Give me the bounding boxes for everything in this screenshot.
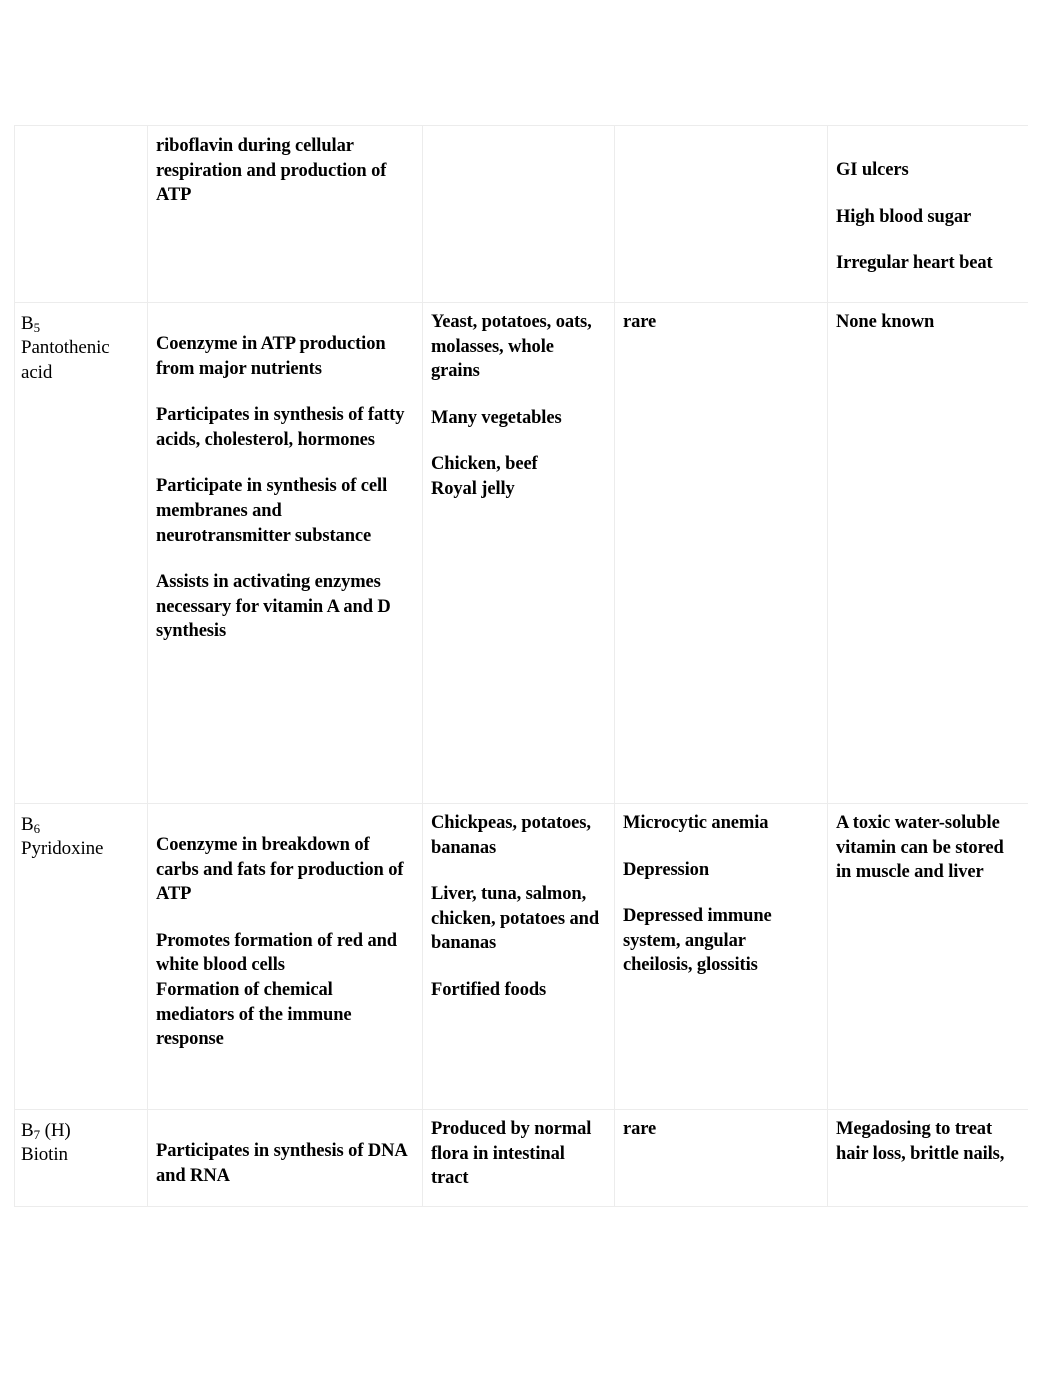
cell-content: Chickpeas, potatoes, bananas Liver, tuna…: [423, 804, 614, 1109]
cell-vitamin-name: B6 Pyridoxine: [14, 803, 148, 1110]
vitamin-symbol: B6: [21, 813, 139, 837]
vitamin-alt-name: (H): [39, 1120, 71, 1141]
vitamin-symbol: B7 (H): [21, 1119, 139, 1143]
vitamin-table-container: riboflavin during cellular respiration a…: [14, 125, 1028, 1233]
cell-content: Produced by normal flora in intestinal t…: [423, 1110, 614, 1206]
cell-toxicity: GI ulcers High blood sugar Irregular hea…: [827, 125, 1028, 303]
cell-content: B6 Pyridoxine: [15, 804, 147, 1109]
vitamin-full-name: Biotin: [21, 1144, 68, 1166]
table-row: B6 Pyridoxine Coenzyme in breakdown of c…: [14, 803, 1028, 1110]
cell-food-sources: Chickpeas, potatoes, bananas Liver, tuna…: [422, 803, 615, 1110]
paragraph: Depression: [623, 859, 710, 880]
cell-food-sources: Produced by normal flora in intestinal t…: [422, 1109, 615, 1207]
paragraph: None known: [836, 312, 935, 332]
vitamin-letter: B: [21, 814, 34, 835]
vitamin-full-name: Pantothenic acid: [21, 337, 110, 383]
paragraph: High blood sugar: [836, 206, 972, 227]
vitamin-letter: B: [21, 313, 34, 334]
cell-functions: riboflavin during cellular respiration a…: [147, 125, 423, 303]
vitamin-full-name: Pyridoxine: [21, 838, 104, 860]
table-row: riboflavin during cellular respiration a…: [14, 125, 1028, 303]
cell-functions: Participates in synthesis of DNA and RNA: [147, 1109, 423, 1207]
cell-content: B5 Pantothenic acid: [15, 303, 147, 803]
cell-deficiency: rare: [614, 1109, 828, 1207]
paragraph: Many vegetables: [431, 407, 562, 428]
cell-deficiency: Microcytic anemia Depression Depressed i…: [614, 803, 828, 1110]
cell-vitamin-name: B5 Pantothenic acid: [14, 302, 148, 804]
cell-vitamin-name: B7 (H) Biotin: [14, 1109, 148, 1207]
cell-toxicity: None known: [827, 302, 1028, 804]
paragraph: Fortified foods: [431, 979, 547, 1000]
vitamin-subscript: 7: [33, 1127, 40, 1143]
paragraph: rare: [623, 312, 657, 332]
paragraph: Coenzyme in ATP production from major nu…: [156, 334, 386, 379]
vitamin-symbol: B5: [21, 312, 139, 336]
paragraph: Coenzyme in breakdown of carbs and fats …: [156, 835, 404, 905]
cell-content: [15, 126, 147, 302]
paragraph: Irregular heart beat: [836, 253, 993, 274]
cell-functions: Coenzyme in breakdown of carbs and fats …: [147, 803, 423, 1110]
paragraph: Liver, tuna, salmon, chicken, potatoes a…: [431, 884, 600, 954]
paragraph: rare: [623, 1119, 657, 1139]
paragraph: Chicken, beef: [431, 454, 538, 475]
document-page: riboflavin during cellular respiration a…: [0, 0, 1062, 1376]
cell-content: Megadosing to treat hair loss, brittle n…: [828, 1110, 1028, 1206]
cell-content: [615, 126, 827, 302]
paragraph: Megadosing to treat hair loss, brittle n…: [836, 1119, 1005, 1164]
paragraph: Promotes formation of red and white bloo…: [156, 930, 397, 976]
cell-content: rare: [615, 1110, 827, 1206]
cell-food-sources: [422, 125, 615, 303]
vitamin-subscript: 6: [33, 821, 40, 837]
paragraph: riboflavin during cellular respiration a…: [156, 136, 387, 206]
cell-content: None known: [828, 303, 1028, 803]
paragraph: A toxic water-soluble vitamin can be sto…: [836, 813, 1004, 883]
cell-content: Yeast, potatoes, oats, molasses, whole g…: [423, 303, 614, 803]
cell-toxicity: A toxic water-soluble vitamin can be sto…: [827, 803, 1028, 1110]
cell-content: riboflavin during cellular respiration a…: [148, 126, 422, 302]
vitamin-letter: B: [21, 1120, 34, 1141]
paragraph: Microcytic anemia: [623, 813, 769, 833]
vitamin-subscript: 5: [33, 320, 40, 336]
cell-food-sources: Yeast, potatoes, oats, molasses, whole g…: [422, 302, 615, 804]
paragraph: Assists in activating enzymes necessary …: [156, 572, 391, 642]
paragraph: GI ulcers: [836, 160, 909, 180]
cell-content: B7 (H) Biotin: [15, 1110, 147, 1206]
cell-content: Microcytic anemia Depression Depressed i…: [615, 804, 827, 1109]
paragraph: Yeast, potatoes, oats, molasses, whole g…: [431, 312, 592, 382]
cell-deficiency: rare: [614, 302, 828, 804]
cell-content: Participates in synthesis of DNA and RNA: [148, 1110, 422, 1206]
cell-functions: Coenzyme in ATP production from major nu…: [147, 302, 423, 804]
cell-content: GI ulcers High blood sugar Irregular hea…: [828, 126, 1028, 302]
cell-content: rare: [615, 303, 827, 803]
cell-content: [423, 126, 614, 302]
paragraph: Depressed immune system, angular cheilos…: [623, 906, 772, 976]
table-row: B7 (H) Biotin Participates in synthesis …: [14, 1109, 1028, 1207]
cell-toxicity: Megadosing to treat hair loss, brittle n…: [827, 1109, 1028, 1207]
table-row: B5 Pantothenic acid Coenzyme in ATP prod…: [14, 302, 1028, 804]
paragraph: Royal jelly: [431, 478, 515, 499]
cell-vitamin-name: [14, 125, 148, 303]
vitamin-table: riboflavin during cellular respiration a…: [14, 125, 1028, 1207]
paragraph: Participate in synthesis of cell membran…: [156, 476, 388, 546]
cell-content: Coenzyme in breakdown of carbs and fats …: [148, 804, 422, 1109]
paragraph: Formation of chemical mediators of the i…: [156, 979, 352, 1050]
cell-content: A toxic water-soluble vitamin can be sto…: [828, 804, 1028, 1109]
paragraph: Chickpeas, potatoes, bananas: [431, 813, 591, 858]
paragraph: Produced by normal flora in intestinal t…: [431, 1119, 592, 1189]
paragraph: Participates in synthesis of fatty acids…: [156, 405, 405, 450]
cell-content: Coenzyme in ATP production from major nu…: [148, 303, 422, 803]
paragraph: Participates in synthesis of DNA and RNA: [156, 1141, 407, 1186]
cell-deficiency: [614, 125, 828, 303]
